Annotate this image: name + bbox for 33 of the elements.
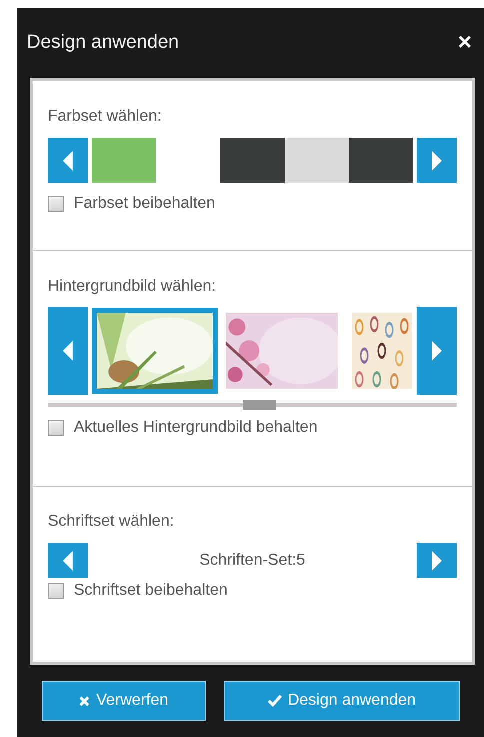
checkbox[interactable] — [48, 196, 64, 212]
font-set-name: Schriften-Set:5 — [200, 552, 306, 570]
discard-button[interactable]: Verwerfen — [42, 681, 206, 721]
section-label: Hintergrundbild wählen: — [48, 278, 218, 296]
dialog-title: Design anwenden — [27, 32, 180, 54]
left-triangle-icon — [62, 150, 74, 172]
right-triangle-icon — [430, 550, 443, 572]
previous-button[interactable] — [48, 138, 88, 183]
apply-button[interactable]: Design anwenden — [224, 681, 460, 721]
checkbox[interactable] — [48, 420, 64, 436]
section-label: Schriftset wählen: — [48, 513, 176, 531]
checkbox-label: Aktuelles Hintergrundbild behalten — [74, 419, 318, 437]
previous-button[interactable] — [48, 307, 88, 395]
scrollbar[interactable] — [48, 403, 457, 407]
left-triangle-icon — [62, 340, 74, 362]
close-icon — [79, 696, 90, 706]
section-label: Farbset wählen: — [48, 108, 163, 126]
next-button[interactable] — [417, 307, 457, 395]
checkmark-icon — [268, 695, 282, 707]
color-swatch[interactable] — [92, 138, 156, 183]
color-swatch[interactable] — [284, 138, 349, 183]
right-triangle-icon — [431, 340, 443, 362]
color-swatch[interactable] — [348, 138, 414, 183]
close-button[interactable]: × — [454, 31, 476, 55]
next-button[interactable] — [417, 138, 457, 183]
checkbox-label: Schriftset beibehalten — [74, 582, 228, 600]
checkbox[interactable] — [48, 583, 64, 599]
previous-button[interactable] — [48, 543, 88, 578]
left-triangle-icon — [62, 550, 74, 572]
next-button[interactable] — [416, 543, 457, 578]
color-swatch[interactable] — [220, 138, 285, 183]
checkbox-label: Farbset beibehalten — [74, 195, 216, 213]
right-triangle-icon — [431, 150, 443, 172]
